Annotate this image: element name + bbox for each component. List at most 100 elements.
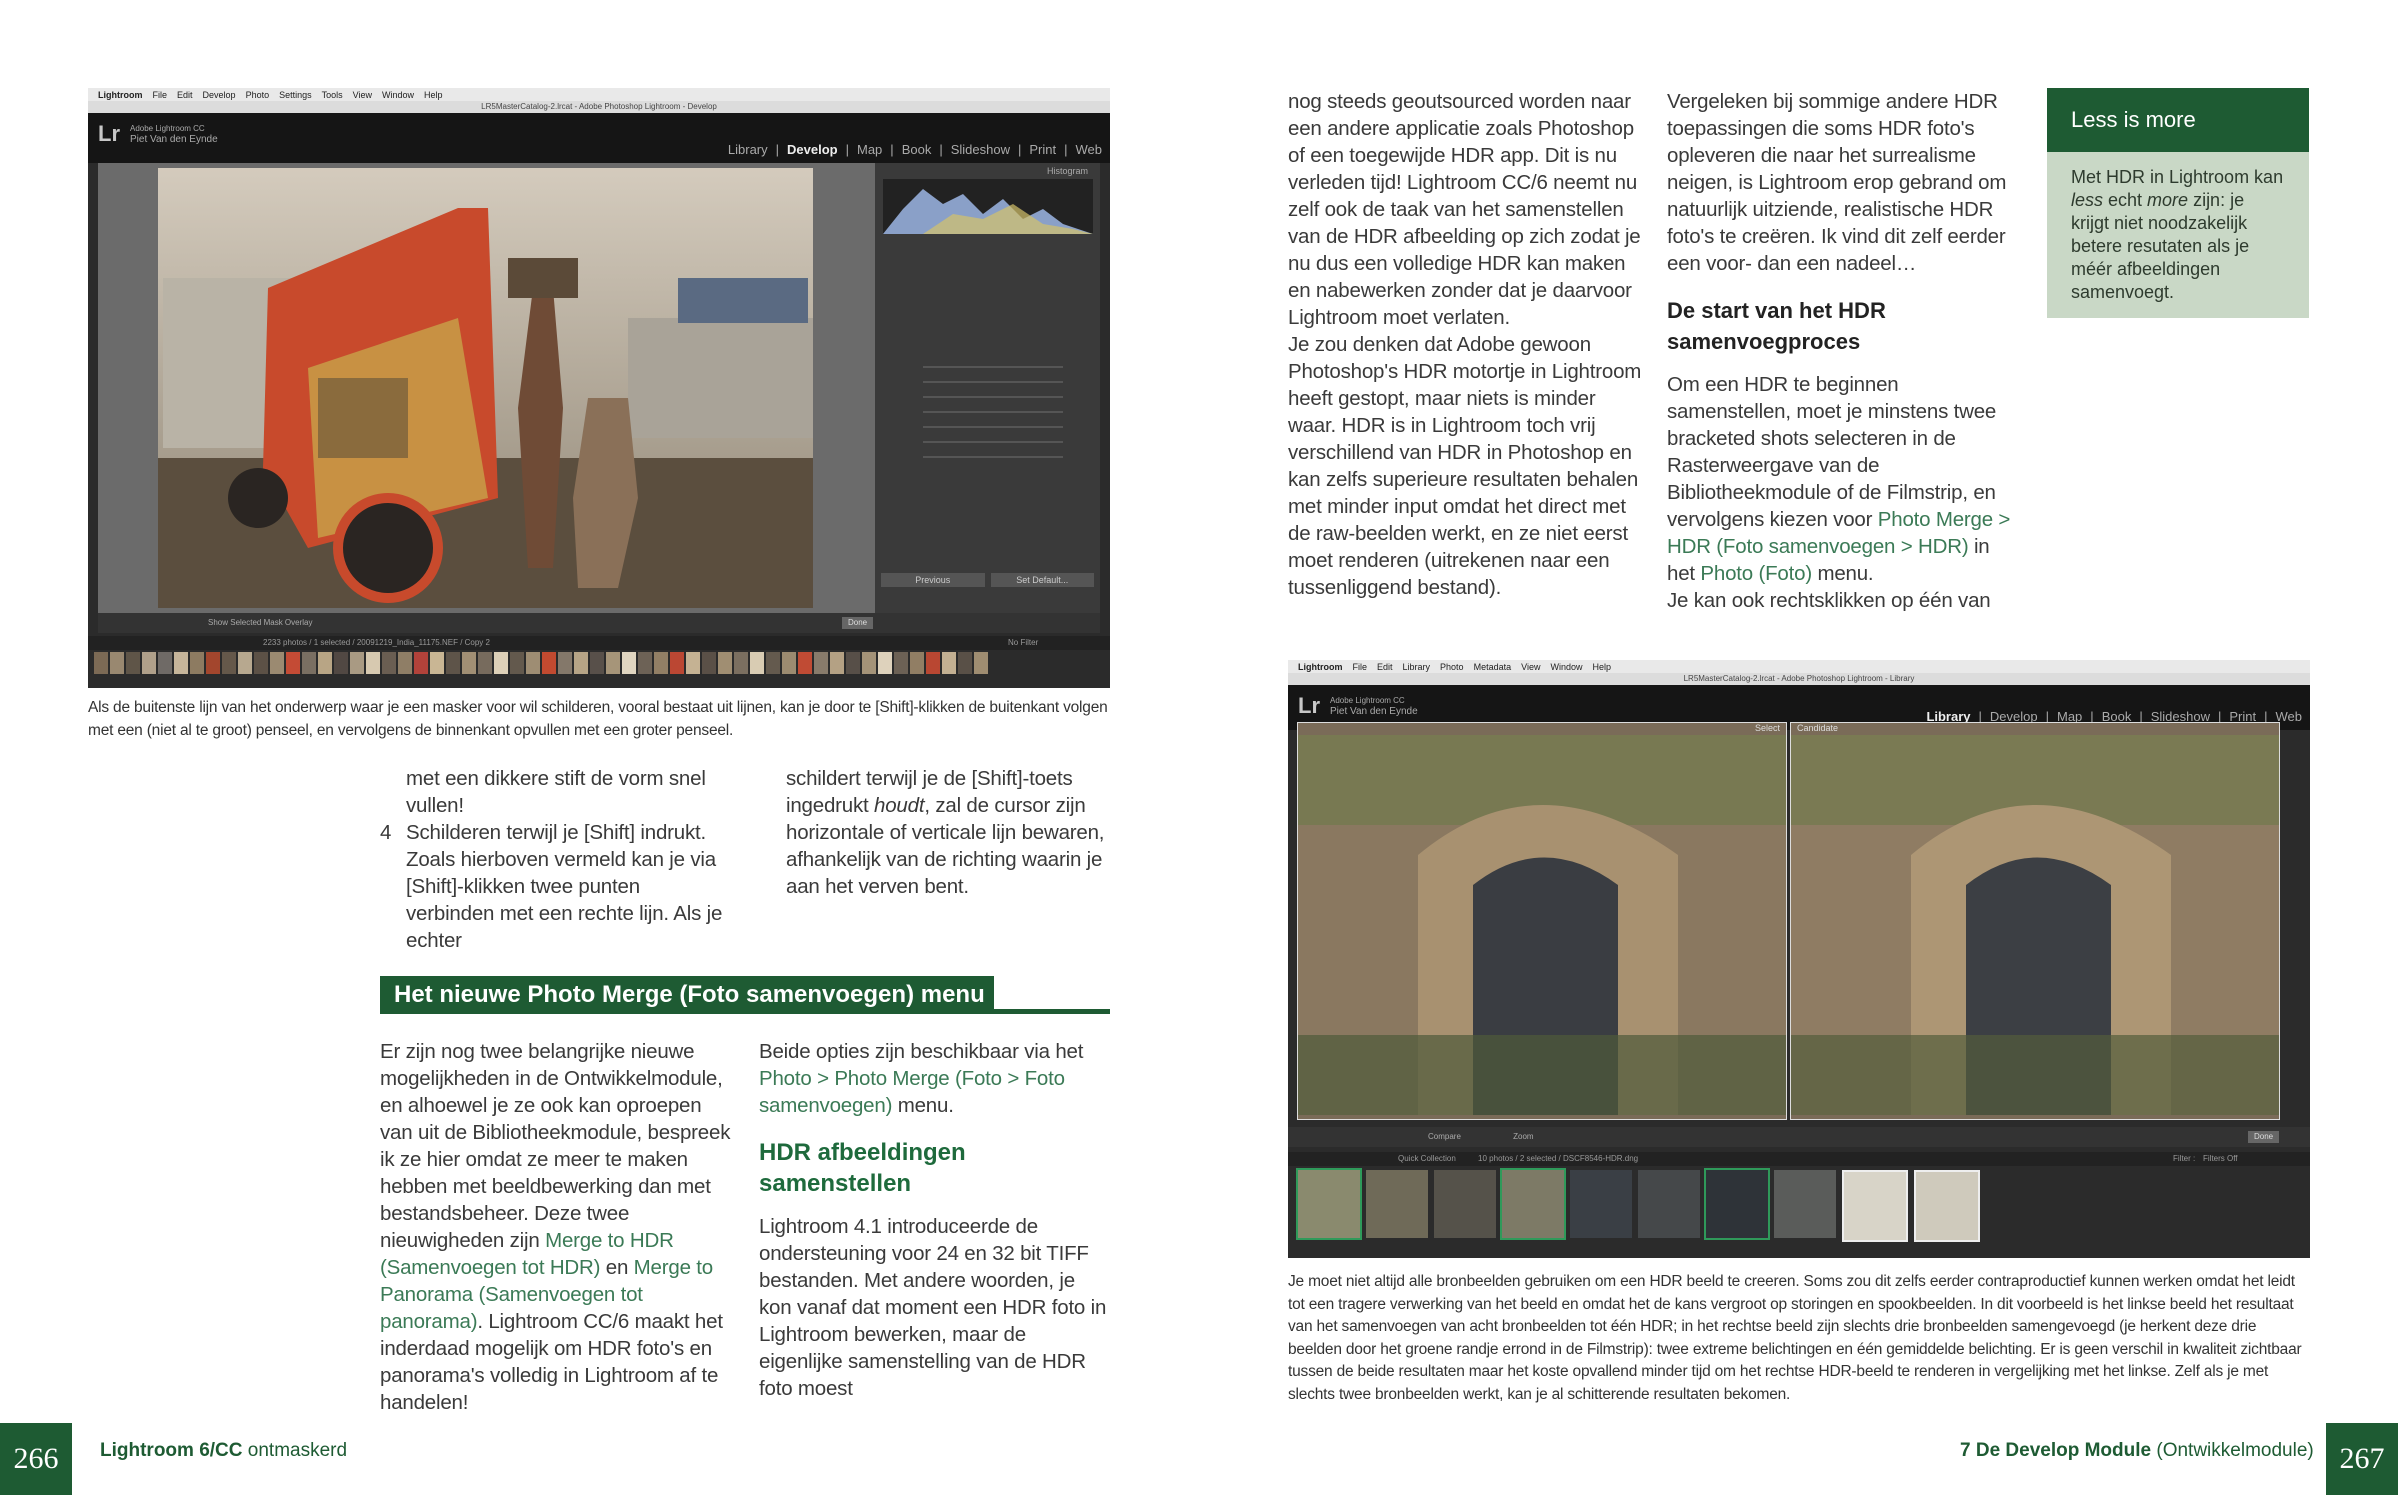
slider-row[interactable] bbox=[923, 456, 1063, 458]
filmstrip-thumb[interactable] bbox=[734, 652, 748, 674]
filmstrip-thumb[interactable] bbox=[430, 652, 444, 674]
filmstrip-thumb[interactable] bbox=[574, 652, 588, 674]
filmstrip-thumb[interactable] bbox=[302, 652, 316, 674]
filmstrip-thumb[interactable] bbox=[1570, 1170, 1632, 1238]
filmstrip-thumb[interactable] bbox=[1774, 1170, 1836, 1238]
list-item-4: 4 Schilderen terwijl je [Shift] indrukt.… bbox=[380, 819, 730, 954]
slider-row[interactable] bbox=[923, 366, 1063, 368]
previous-button[interactable]: Previous bbox=[881, 573, 985, 587]
slider-row[interactable] bbox=[923, 441, 1063, 443]
filmstrip-thumb[interactable] bbox=[222, 652, 236, 674]
filmstrip-thumb[interactable] bbox=[1366, 1170, 1428, 1238]
filmstrip-thumb[interactable] bbox=[686, 652, 700, 674]
filmstrip-thumb[interactable] bbox=[1704, 1168, 1770, 1240]
hdr-subheading: HDR afbeeldingen samenstellen bbox=[759, 1139, 966, 1197]
filmstrip-thumb[interactable] bbox=[750, 652, 764, 674]
menu-library: Library bbox=[1402, 661, 1431, 672]
filmstrip-thumb[interactable] bbox=[190, 652, 204, 674]
filmstrip-thumb[interactable] bbox=[494, 652, 508, 674]
filmstrip-thumb[interactable] bbox=[270, 652, 284, 674]
filmstrip-thumb[interactable] bbox=[206, 652, 220, 674]
filmstrip-thumb[interactable] bbox=[910, 652, 924, 674]
module-print[interactable]: Print bbox=[1029, 142, 1056, 157]
module-slideshow[interactable]: Slideshow bbox=[951, 142, 1010, 157]
filmstrip-thumb[interactable] bbox=[862, 652, 876, 674]
slider-row[interactable] bbox=[923, 411, 1063, 413]
module-library[interactable]: Library bbox=[728, 142, 768, 157]
filmstrip-thumb[interactable] bbox=[654, 652, 668, 674]
filmstrip-thumb[interactable] bbox=[158, 652, 172, 674]
filter-value[interactable]: Filters Off bbox=[2203, 1152, 2238, 1166]
filmstrip-thumb[interactable] bbox=[878, 652, 892, 674]
filmstrip-thumb[interactable] bbox=[814, 652, 828, 674]
show-mask-overlay[interactable]: Show Selected Mask Overlay bbox=[208, 618, 313, 627]
filmstrip-thumb[interactable] bbox=[958, 652, 972, 674]
slider-row[interactable] bbox=[923, 426, 1063, 428]
filmstrip-thumb[interactable] bbox=[622, 652, 636, 674]
filmstrip-thumb[interactable] bbox=[446, 652, 460, 674]
mac-menubar: Lightroom File Edit Develop Photo Settin… bbox=[88, 88, 1110, 101]
filmstrip-thumb[interactable] bbox=[286, 652, 300, 674]
menu-window: Window bbox=[1550, 661, 1583, 672]
filmstrip-thumb[interactable] bbox=[94, 652, 108, 674]
filmstrip-thumb[interactable] bbox=[334, 652, 348, 674]
filmstrip-thumb[interactable] bbox=[478, 652, 492, 674]
filmstrip-thumb[interactable] bbox=[702, 652, 716, 674]
slider-row[interactable] bbox=[923, 396, 1063, 398]
filmstrip-thumb[interactable] bbox=[718, 652, 732, 674]
filmstrip-thumb[interactable] bbox=[542, 652, 556, 674]
lr-user: Piet Van den Eynde bbox=[1330, 706, 1418, 717]
filmstrip-thumb[interactable] bbox=[1296, 1168, 1362, 1240]
filmstrip-thumb[interactable] bbox=[526, 652, 540, 674]
done-button-2[interactable]: Done bbox=[2248, 1131, 2280, 1143]
filmstrip-thumb[interactable] bbox=[254, 652, 268, 674]
filmstrip-thumb[interactable] bbox=[174, 652, 188, 674]
filmstrip-thumb[interactable] bbox=[1500, 1168, 1566, 1240]
filmstrip-thumb[interactable] bbox=[238, 652, 252, 674]
filmstrip-thumb[interactable] bbox=[670, 652, 684, 674]
compare-pane-select[interactable]: Select bbox=[1297, 722, 1787, 1120]
filmstrip-thumb[interactable] bbox=[1638, 1170, 1700, 1238]
slider-row[interactable] bbox=[923, 381, 1063, 383]
filmstrip-thumb[interactable] bbox=[1434, 1170, 1496, 1238]
filmstrip-thumb[interactable] bbox=[398, 652, 412, 674]
filmstrip-thumb[interactable] bbox=[846, 652, 860, 674]
filmstrip-thumb[interactable] bbox=[350, 652, 364, 674]
filmstrip-thumb[interactable] bbox=[510, 652, 524, 674]
filmstrip-thumb[interactable] bbox=[110, 652, 124, 674]
filmstrip-thumb[interactable] bbox=[894, 652, 908, 674]
module-develop[interactable]: Develop bbox=[787, 142, 838, 157]
quick-collection[interactable]: Quick Collection bbox=[1398, 1154, 1456, 1163]
filmstrip-path-2: 10 photos / 2 selected / DSCF8546-HDR.dn… bbox=[1478, 1154, 1639, 1163]
filmstrip-thumb[interactable] bbox=[142, 652, 156, 674]
filmstrip-thumb[interactable] bbox=[974, 652, 988, 674]
filmstrip-thumb[interactable] bbox=[926, 652, 940, 674]
filmstrip-thumb[interactable] bbox=[638, 652, 652, 674]
filmstrip-thumb[interactable] bbox=[590, 652, 604, 674]
section-heading: Het nieuwe Photo Merge (Foto samenvoegen… bbox=[380, 976, 994, 1014]
filmstrip-thumb[interactable] bbox=[798, 652, 812, 674]
done-button[interactable]: Done bbox=[842, 617, 874, 629]
filmstrip-thumb[interactable] bbox=[126, 652, 140, 674]
compare-pane-candidate[interactable]: Candidate bbox=[1790, 722, 2280, 1120]
filmstrip-thumb[interactable] bbox=[782, 652, 796, 674]
zoom-label[interactable]: Zoom bbox=[1513, 1132, 1533, 1141]
filmstrip-thumb[interactable] bbox=[366, 652, 380, 674]
filmstrip-thumb[interactable] bbox=[558, 652, 572, 674]
filmstrip-filter[interactable]: No Filter bbox=[1008, 636, 1038, 650]
filmstrip-thumb[interactable] bbox=[318, 652, 332, 674]
filmstrip-thumb[interactable] bbox=[382, 652, 396, 674]
module-book[interactable]: Book bbox=[902, 142, 932, 157]
filmstrip-thumb[interactable] bbox=[1914, 1170, 1980, 1242]
module-web[interactable]: Web bbox=[1076, 142, 1103, 157]
filmstrip-thumb[interactable] bbox=[462, 652, 476, 674]
set-default-button[interactable]: Set Default... bbox=[990, 573, 1094, 587]
filmstrip-thumb[interactable] bbox=[1842, 1170, 1908, 1242]
module-map[interactable]: Map bbox=[857, 142, 882, 157]
filmstrip-thumb[interactable] bbox=[766, 652, 780, 674]
filmstrip-thumb[interactable] bbox=[942, 652, 956, 674]
filmstrip-thumb[interactable] bbox=[606, 652, 620, 674]
filmstrip-thumb[interactable] bbox=[414, 652, 428, 674]
filmstrip-thumb[interactable] bbox=[830, 652, 844, 674]
photo-menu-link: Photo (Foto) bbox=[1700, 562, 1812, 585]
